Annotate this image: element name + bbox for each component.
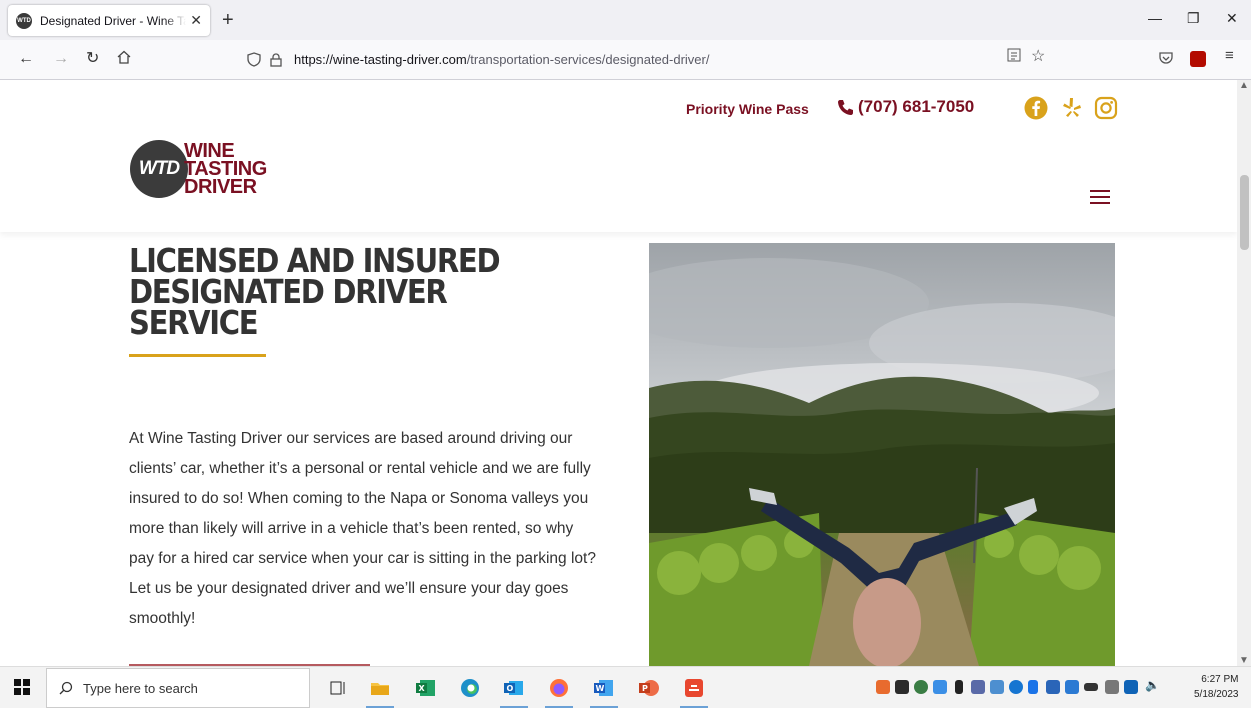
search-icon [59, 681, 73, 695]
windows-taskbar: Type here to search X O W P 🔈 6:27 PM 5/… [0, 666, 1251, 708]
phone-link[interactable]: (707) 681-7050 [837, 97, 974, 117]
home-icon[interactable] [117, 50, 131, 69]
taskbar-search-box[interactable]: Type here to search [46, 668, 310, 708]
web-page: Priority Wine Pass (707) 681-7050 WTD WI… [0, 80, 1237, 666]
clock-time: 6:27 PM [1201, 674, 1239, 685]
browser-tab[interactable]: WTD Designated Driver - Wine Tasting Dri… [8, 5, 210, 36]
scroll-thumb[interactable] [1240, 175, 1249, 250]
tray-app-icon-1[interactable] [876, 680, 890, 694]
excel-icon[interactable]: X [412, 674, 440, 702]
windows-start-icon[interactable] [14, 679, 30, 695]
tray-app-icon-4[interactable] [933, 680, 947, 694]
restore-icon[interactable]: ❐ [1187, 10, 1200, 27]
priority-wine-pass-link[interactable]: Priority Wine Pass [686, 101, 809, 117]
site-header: Priority Wine Pass (707) 681-7050 WTD WI… [0, 80, 1237, 232]
firefox-icon[interactable] [545, 674, 573, 708]
task-view-icon[interactable] [324, 674, 352, 702]
window-close-icon[interactable]: ✕ [1226, 10, 1238, 27]
headline-line-2: DESIGNATED DRIVER SERVICE [129, 272, 448, 342]
yelp-icon[interactable] [1060, 96, 1084, 120]
new-tab-icon[interactable]: + [222, 9, 234, 32]
battery-icon[interactable] [1084, 683, 1098, 691]
file-explorer-icon[interactable] [366, 674, 394, 708]
page-scrollbar[interactable]: ▲ ▼ [1237, 80, 1251, 666]
tray-app-icon-6[interactable] [971, 680, 985, 694]
app-icon[interactable] [680, 674, 708, 708]
scroll-up-icon[interactable]: ▲ [1239, 80, 1249, 91]
tab-bar: WTD Designated Driver - Wine Tasting Dri… [0, 0, 1251, 40]
phone-number: (707) 681-7050 [858, 97, 975, 116]
facebook-icon[interactable] [1024, 96, 1048, 120]
onedrive-icon[interactable] [1009, 680, 1023, 694]
phone-icon [838, 99, 853, 115]
powerpoint-icon[interactable]: P [635, 674, 663, 702]
word-icon[interactable]: W [590, 674, 618, 708]
tray-app-icon-11[interactable] [1065, 680, 1079, 694]
acrobat-extension-icon[interactable] [1190, 51, 1206, 67]
forward-icon[interactable]: → [53, 50, 69, 68]
clock-date: 5/18/2023 [1194, 689, 1239, 700]
tab-title: Designated Driver - Wine Tasting Driver [40, 13, 186, 28]
pocket-icon[interactable] [1159, 51, 1175, 67]
bluetooth-icon[interactable] [1028, 680, 1038, 694]
reader-view-icon[interactable] [1007, 48, 1021, 65]
search-placeholder: Type here to search [83, 680, 198, 696]
tray-app-icon-2[interactable] [895, 680, 909, 694]
tray-app-icon-7[interactable] [990, 680, 1004, 694]
scroll-down-icon[interactable]: ▼ [1239, 655, 1249, 666]
lock-icon[interactable] [268, 52, 284, 68]
tray-app-icon-10[interactable] [1046, 680, 1060, 694]
logo-badge: WTD [130, 140, 188, 198]
url-domain: https://wine-tasting-driver.com [294, 52, 467, 67]
vineyard-handstand-photo [649, 243, 1115, 666]
site-favicon-icon: WTD [16, 12, 32, 29]
site-logo[interactable]: WTD WINE TASTING DRIVER [130, 140, 267, 198]
menu-icon[interactable]: ≡ [1225, 47, 1234, 64]
tray-vpn-icon[interactable] [914, 680, 928, 694]
instagram-icon[interactable] [1094, 96, 1118, 120]
tracking-shield-icon[interactable] [246, 52, 262, 68]
url-path: /transportation-services/designated-driv… [466, 52, 710, 67]
svg-text:W: W [596, 684, 605, 693]
bookmark-star-icon[interactable]: ☆ [1031, 46, 1045, 66]
url-bar[interactable]: https://wine-tasting-driver.com/transpor… [240, 45, 1056, 74]
url-text[interactable]: https://wine-tasting-driver.com/transpor… [294, 52, 709, 67]
svg-text:O: O [507, 684, 514, 693]
tab-close-icon[interactable]: ✕ [190, 12, 202, 29]
logo-wordmark: WINE TASTING DRIVER [184, 141, 267, 198]
hamburger-menu-icon[interactable] [1090, 190, 1110, 204]
intro-paragraph: At Wine Tasting Driver our services are … [129, 430, 596, 627]
wifi-icon[interactable] [1105, 680, 1119, 694]
outlook-icon[interactable]: O [500, 674, 528, 708]
microphone-icon[interactable] [955, 680, 963, 694]
logo-line-driver: DRIVER [184, 176, 257, 198]
svg-text:P: P [642, 684, 648, 693]
page-headline: LICENSED AND INSURED DESIGNATED DRIVER S… [129, 244, 543, 342]
system-clock[interactable]: 6:27 PM 5/18/2023 [1194, 672, 1239, 702]
minimize-icon[interactable]: — [1148, 10, 1162, 26]
svg-text:X: X [419, 684, 426, 693]
reload-icon[interactable]: ↻ [86, 50, 99, 68]
back-icon[interactable]: ← [18, 50, 34, 68]
volume-icon[interactable]: 🔈 [1145, 678, 1160, 692]
navigation-bar: ← → ↻ https://wine-tasting-driver.com/tr… [0, 40, 1251, 80]
tray-outlook-icon[interactable] [1124, 680, 1138, 694]
edge-icon[interactable] [456, 674, 484, 702]
accent-divider [129, 354, 266, 357]
